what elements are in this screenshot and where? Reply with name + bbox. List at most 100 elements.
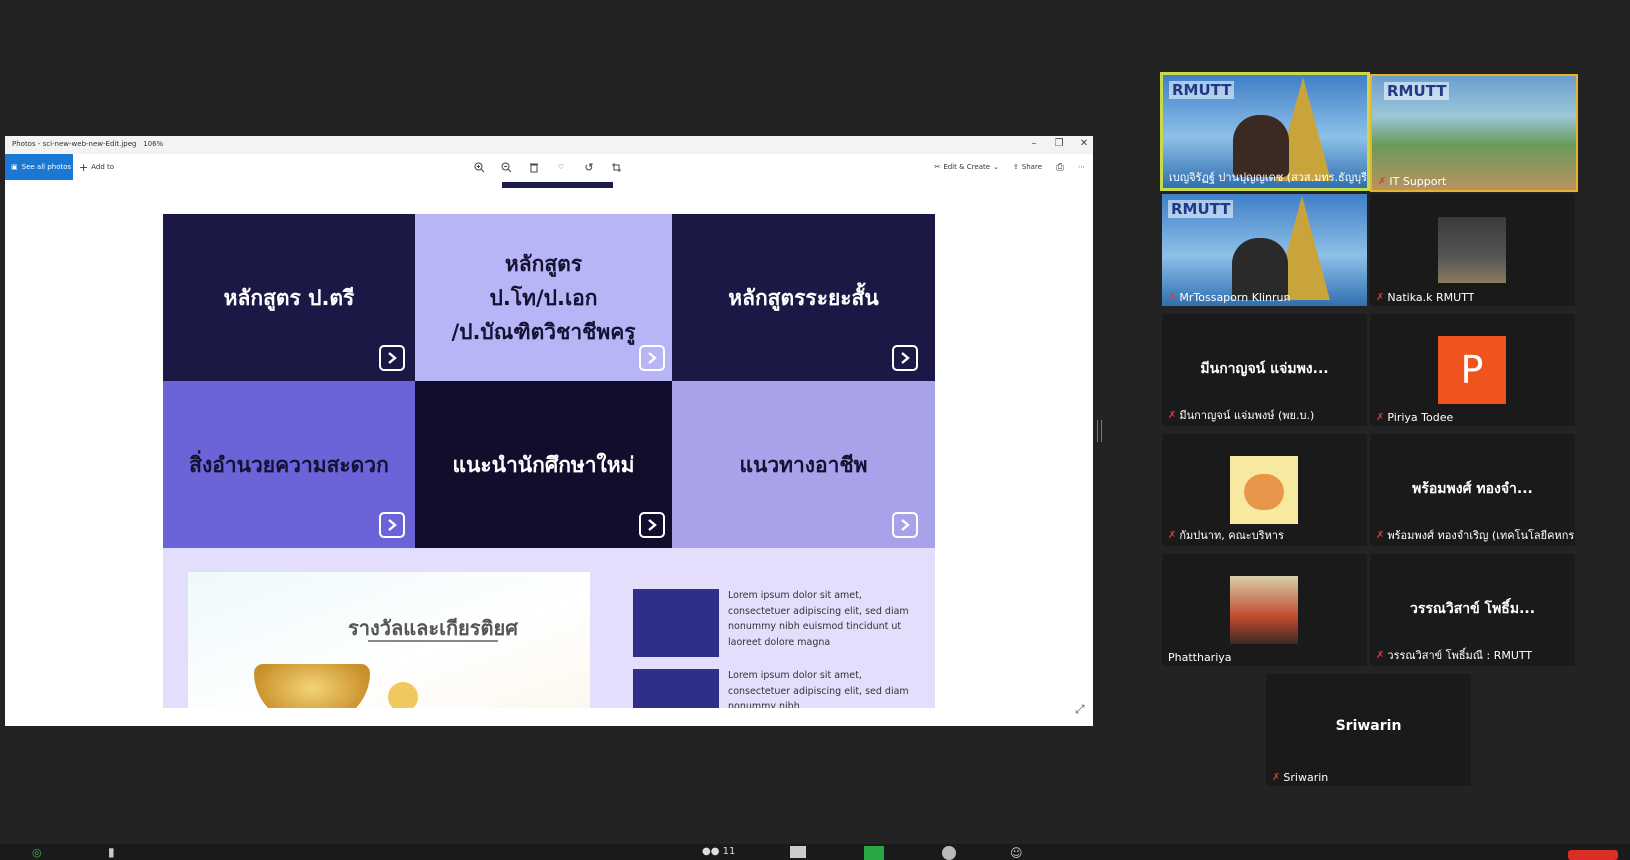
more-icon[interactable]: ⋯: [1078, 163, 1085, 171]
see-all-photos-button[interactable]: ▣ See all photos: [5, 154, 73, 180]
meeting-toolbar: ◎ ▮ ●● 11 ☺: [0, 844, 1630, 860]
rmutt-logo: RMUTT: [1169, 81, 1235, 99]
participant-display-name: Sriwarin: [1335, 718, 1402, 734]
participant-name: ✗ กัมปนาท, คณะบริหาร: [1168, 529, 1284, 542]
profile-photo: [1230, 576, 1298, 644]
coin-icon: [388, 682, 418, 708]
tile-label: แนะนำนักศึกษาใหม่: [452, 452, 635, 477]
tile-bachelor[interactable]: หลักสูตร ป.ตรี: [163, 214, 415, 381]
chevron-right-icon[interactable]: [639, 345, 665, 371]
participant-display-name: มีนกาญจน์ แจ่มพง...: [1200, 361, 1329, 377]
participant-name: Phatthariya: [1168, 651, 1232, 664]
sticker-avatar: [1230, 456, 1298, 524]
zoom-in-icon[interactable]: [471, 159, 487, 175]
chevron-right-icon[interactable]: [379, 345, 405, 371]
close-icon[interactable]: ✕: [1074, 138, 1094, 149]
participant-name: ✗ Sriwarin: [1272, 771, 1329, 784]
tile-short-course[interactable]: หลักสูตรระยะสั้น: [672, 214, 935, 381]
awards-news-section: รางวัลและเกียรติยศ Lorem ipsum dolor sit…: [163, 548, 935, 708]
chat-icon[interactable]: [790, 846, 806, 858]
mic-muted-icon: ✗: [1376, 292, 1385, 303]
mic-muted-icon: ✗: [1168, 409, 1177, 421]
video-off-icon[interactable]: ▮: [108, 845, 115, 859]
participant-tile[interactable]: ✗ Natika.k RMUTT: [1370, 194, 1575, 306]
rmutt-logo: RMUTT: [1168, 200, 1234, 218]
photos-toolbar: ▣ See all photos + Add to ♡ ↺ ✂ Edit & Cr…: [5, 154, 1093, 180]
rotate-icon[interactable]: ↺: [581, 159, 597, 175]
mic-muted-icon: ✗: [1376, 529, 1385, 541]
tile-facilities[interactable]: สิ่งอำนวยความสะดวก: [163, 381, 415, 548]
photos-window: Photos - sci-new-web-new-Edit.jpeg 106% …: [5, 136, 1093, 726]
participant-tile[interactable]: Phatthariya: [1162, 554, 1367, 666]
split-handle[interactable]: [1097, 420, 1102, 442]
profile-photo: [1438, 217, 1506, 283]
right-tools: ✂ Edit & Create ⌄ ⇪ Share ⎙ ⋯: [934, 154, 1085, 180]
crop-icon[interactable]: [608, 159, 624, 175]
news-text: Lorem ipsum dolor sit amet, consectetuer…: [728, 670, 909, 708]
participant-tile[interactable]: Sriwarin ✗ Sriwarin: [1266, 674, 1471, 786]
participant-tile[interactable]: RMUTT ✗ MrTossaporn Klinrun: [1162, 194, 1367, 306]
reactions-icon[interactable]: ☺: [1010, 846, 1023, 860]
awards-banner[interactable]: รางวัลและเกียรติยศ: [188, 572, 590, 708]
tile-label: แนวทางอาชีพ: [739, 452, 868, 477]
mic-muted-icon: ✗: [1376, 649, 1385, 661]
tile-label: หลักสูตร ป.โท/ป.เอก /ป.บัณฑิตวิชาชีพครู: [451, 251, 636, 344]
delete-icon[interactable]: [526, 159, 542, 175]
participant-tile[interactable]: RMUTT เบญจิรัฏฐ์ ปานปุญญเดช (สวส.มทร.ธัญ…: [1160, 72, 1370, 191]
mic-muted-icon: ✗: [1168, 292, 1177, 303]
share-screen-icon[interactable]: [864, 846, 884, 860]
edit-create-button[interactable]: ✂ Edit & Create ⌄: [934, 163, 998, 171]
news-text: Lorem ipsum dolor sit amet, consectetuer…: [728, 590, 909, 648]
title-underline: [368, 640, 498, 642]
participant-name: ✗ IT Support: [1378, 175, 1447, 188]
participants-icon: ●●: [702, 846, 720, 857]
restore-icon[interactable]: ❐: [1049, 138, 1069, 149]
chevron-right-icon[interactable]: [639, 512, 665, 538]
record-icon[interactable]: [942, 846, 956, 860]
window-title: Photos - sci-new-web-new-Edit.jpeg 106%: [12, 140, 164, 148]
news-thumbnail[interactable]: [633, 669, 719, 708]
news-thumbnail[interactable]: [633, 589, 719, 657]
share-icon: ⇪: [1012, 163, 1019, 171]
add-to-button[interactable]: + Add to: [79, 154, 114, 180]
participant-name: ✗ Natika.k RMUTT: [1376, 291, 1475, 304]
participant-display-name: วรรณวิสาข์ โพธิ์ม...: [1409, 601, 1536, 617]
chevron-right-icon[interactable]: [379, 512, 405, 538]
video-feed: RMUTT: [1162, 194, 1367, 306]
participant-name: ✗ มีนกาญจน์ แจ่มพงษ์ (พย.บ.): [1168, 409, 1315, 422]
tile-graduate[interactable]: หลักสูตร ป.โท/ป.เอก /ป.บัณฑิตวิชาชีพครู: [415, 214, 672, 381]
participant-name: ✗ MrTossaporn Klinrun: [1168, 291, 1291, 304]
plus-icon: +: [79, 160, 89, 174]
chevron-right-icon[interactable]: [892, 345, 918, 371]
end-meeting-button[interactable]: [1568, 850, 1618, 860]
tile-career[interactable]: แนวทางอาชีพ: [672, 381, 935, 548]
participant-name: ✗ Piriya Todee: [1376, 411, 1454, 424]
participant-tile[interactable]: วรรณวิสาข์ โพธิ์ม... ✗ วรรณวิสาข์ โพธิ์มณ…: [1370, 554, 1575, 666]
trophy-icon: [254, 664, 370, 708]
participant-tile[interactable]: พร้อมพงศ์ ทองจำ... ✗ พร้อมพงศ์ ทองจำเริญ …: [1370, 434, 1575, 546]
slide-header-bar: [502, 182, 613, 188]
title-bar: Photos - sci-new-web-new-Edit.jpeg 106% …: [5, 136, 1093, 154]
character-icon: [1244, 474, 1284, 510]
participant-tile[interactable]: ✗ กัมปนาท, คณะบริหาร: [1162, 434, 1367, 546]
expand-icon[interactable]: ⤢: [1075, 702, 1085, 717]
participants-button[interactable]: ●● 11: [702, 846, 735, 857]
edit-create-icon: ✂: [934, 163, 941, 171]
rmutt-logo: RMUTT: [1384, 82, 1450, 100]
participant-tile[interactable]: มีนกาญจน์ แจ่มพง... ✗ มีนกาญจน์ แจ่มพงษ์ …: [1162, 314, 1367, 426]
photos-icon: ▣: [11, 163, 18, 171]
mic-muted-icon: ✗: [1168, 529, 1177, 541]
participant-tile[interactable]: P ✗ Piriya Todee: [1370, 314, 1575, 426]
favorite-icon[interactable]: ♡: [553, 159, 569, 175]
print-icon[interactable]: ⎙: [1056, 162, 1064, 173]
slide-image: หลักสูตร ป.ตรี หลักสูตร ป.โท/ป.เอก /ป.บั…: [163, 214, 935, 708]
tile-label: หลักสูตร ป.ตรี: [223, 285, 355, 310]
participant-tile[interactable]: RMUTT ✗ IT Support: [1370, 74, 1578, 192]
chevron-right-icon[interactable]: [892, 512, 918, 538]
minimize-icon[interactable]: –: [1024, 138, 1044, 149]
microphone-icon[interactable]: ◎: [32, 846, 42, 859]
share-button[interactable]: ⇪ Share: [1013, 163, 1042, 171]
zoom-out-icon[interactable]: [498, 159, 514, 175]
tile-new-students[interactable]: แนะนำนักศึกษาใหม่: [415, 381, 672, 548]
mic-muted-icon: ✗: [1272, 772, 1281, 783]
